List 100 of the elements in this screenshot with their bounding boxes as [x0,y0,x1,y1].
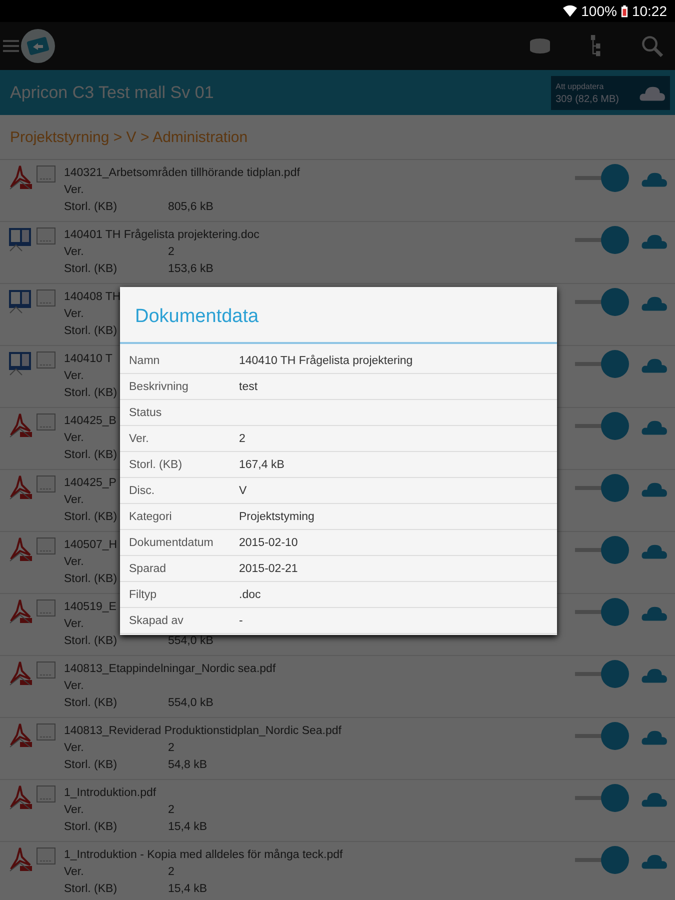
word-file-icon [8,351,32,377]
field-value: 167,4 kB [239,458,284,470]
version-label: Ver. [64,804,84,816]
cloud-icon[interactable] [641,605,667,621]
size-value: 15,4 kB [168,820,207,835]
thumbnail-icon [36,537,56,555]
field-label: Status [129,406,163,418]
version-label: Ver. [64,184,84,196]
field-label: Beskrivning [129,380,190,392]
cloud-icon[interactable] [641,171,667,187]
word-file-icon [8,289,32,315]
version-label: Ver. [64,370,84,382]
sync-switch[interactable] [575,288,629,316]
field-value: Projektstyming [239,510,314,522]
update-panel[interactable]: Att uppdatera 309 (82,6 MB) [550,76,670,110]
sync-switch[interactable] [575,536,629,564]
dialog-title: Dokumentdata [120,287,557,344]
size-label: Storl. (KB) [64,511,118,523]
version-label: Ver. [64,246,84,258]
cloud-icon [639,84,665,100]
breadcrumb[interactable]: Projektstyrning > V > Administration [0,115,675,160]
size-label: Storl. (KB) [64,573,118,585]
cloud-icon[interactable] [641,853,667,869]
cloud-icon[interactable] [641,729,667,745]
version-label: Ver. [64,618,84,630]
version-label: Ver. [64,680,84,692]
thumbnail-icon [36,599,56,617]
cloud-icon[interactable] [641,419,667,435]
sync-switch[interactable] [575,846,629,874]
size-value: 805,6 kB [168,200,214,215]
sync-switch[interactable] [575,164,629,192]
pdf-file-icon [8,599,32,625]
file-name[interactable]: 140813_Etappindelningar_Nordic sea.pdf [64,661,575,678]
cloud-icon[interactable] [641,667,667,683]
sync-switch[interactable] [575,350,629,378]
field-label: Ver. [129,432,150,444]
update-count: 309 (82,6 MB) [556,92,619,106]
file-name[interactable]: 140813_Reviderad Produktionstidplan_Nordic Sea.pdf [64,723,575,740]
sync-switch[interactable] [575,722,629,750]
version-label: Ver. [64,432,84,444]
version-value: 2 [168,741,174,756]
file-name[interactable]: 1_Introduktion - Kopia med alldeles för många teck.pdf [64,847,575,864]
pdf-file-icon [8,413,32,439]
sync-switch[interactable] [575,226,629,254]
field-value: 2015-02-21 [239,562,298,574]
file-name[interactable]: 1_Introduktion.pdf [64,785,575,802]
wifi-icon [563,4,578,18]
cloud-icon[interactable] [641,295,667,311]
field-value: V [239,484,247,496]
sync-switch[interactable] [575,412,629,440]
field-value: 2015-02-10 [239,536,298,548]
size-value: 153,6 kB [168,262,214,277]
size-value: 54,8 kB [168,758,207,773]
size-label: Storl. (KB) [64,759,118,771]
field-label: Filtyp [129,588,158,600]
field-label: Namn [129,354,161,366]
size-label: Storl. (KB) [64,201,118,213]
field-value: test [239,380,258,392]
search-icon[interactable] [641,35,663,57]
field-label: Disc. [129,484,156,496]
size-label: Storl. (KB) [64,263,118,275]
size-label: Storl. (KB) [64,697,118,709]
field-label: Storl. (KB) [129,458,184,470]
file-name[interactable]: 140321_Arbetsområden tillhörande tidplan.pdf [64,165,575,182]
cloud-icon[interactable] [641,481,667,497]
clock: 10:22 [632,3,667,19]
pdf-file-icon [8,537,32,563]
thumbnail-icon [36,475,56,493]
battery-icon [620,4,628,18]
file-name[interactable]: 140401 TH Frågelista projektering.doc [64,227,575,244]
cloud-icon[interactable] [641,543,667,559]
project-title: Apricon C3 Test mall Sv 01 [10,82,214,102]
sync-switch[interactable] [575,784,629,812]
size-value: 554,0 kB [168,634,214,649]
thumbnail-icon [36,351,56,369]
version-value: 2 [168,803,174,818]
cloud-icon[interactable] [641,233,667,249]
size-value: 554,0 kB [168,696,214,711]
pdf-file-icon [8,785,32,811]
field-label: Skapad av [129,614,184,626]
sync-switch[interactable] [575,474,629,502]
sync-switch[interactable] [575,598,629,626]
sync-switch[interactable] [575,660,629,688]
word-file-icon [8,227,32,253]
field-value: 140410 TH Frågelista projektering [239,354,413,366]
app-logo-icon[interactable] [21,29,55,63]
field-label: Kategori [129,510,173,522]
cloud-icon[interactable] [641,357,667,373]
size-value: 15,4 kB [168,882,207,897]
size-label: Storl. (KB) [64,449,118,461]
update-label: Att uppdatera [556,80,605,92]
pdf-file-icon [8,475,32,501]
cloud-icon[interactable] [641,791,667,807]
battery-percent: 100% [581,3,617,19]
version-label: Ver. [64,556,84,568]
version-label: Ver. [64,866,84,878]
pdf-file-icon [8,723,32,749]
thumbnail-icon [36,165,56,183]
field-value: .doc [239,588,261,600]
menu-icon[interactable] [3,40,19,52]
